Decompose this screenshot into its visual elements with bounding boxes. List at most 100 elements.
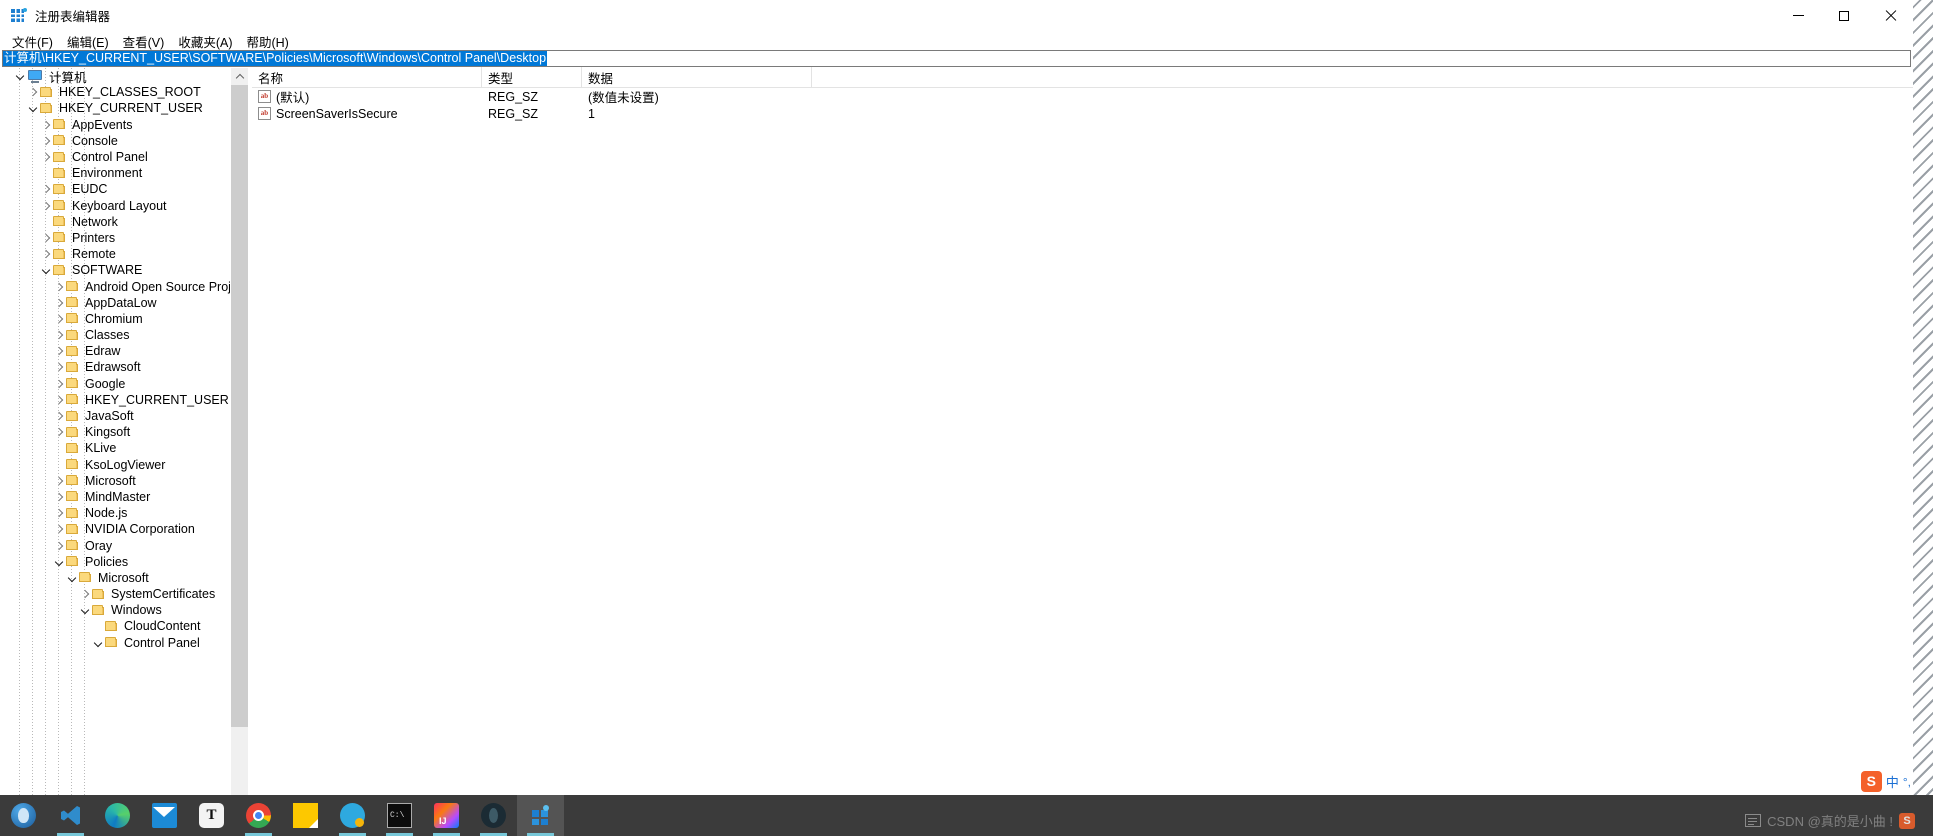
tree-item-network[interactable]: Network: [0, 214, 231, 230]
tree-item-windows[interactable]: Windows: [0, 602, 231, 618]
tree-item-nvidia-corporation[interactable]: NVIDIA Corporation: [0, 521, 231, 537]
chevron-right-icon[interactable]: [39, 149, 53, 165]
tree-item-appdatalow[interactable]: AppDataLow: [0, 295, 231, 311]
chevron-right-icon[interactable]: [39, 133, 53, 149]
chevron-down-icon[interactable]: [65, 570, 79, 586]
tree-item-classes[interactable]: Classes: [0, 327, 231, 343]
chevron-right-icon[interactable]: [39, 246, 53, 262]
taskbar-steam-button[interactable]: [0, 795, 47, 836]
table-row[interactable]: ab (默认) REG_SZ (数值未设置): [252, 88, 1913, 105]
tree-item-edrawsoft[interactable]: Edrawsoft: [0, 359, 231, 375]
chevron-right-icon[interactable]: [52, 376, 66, 392]
tree-item-ksologviewer[interactable]: KsoLogViewer: [0, 457, 231, 473]
tree-item-microsoft[interactable]: Microsoft: [0, 570, 231, 586]
tree-item-android-open-source-project[interactable]: Android Open Source Project: [0, 278, 231, 294]
values-list-rows[interactable]: ab (默认) REG_SZ (数值未设置) ab ScreenSaverIsSecure…: [252, 88, 1913, 795]
tree-item-remote[interactable]: Remote: [0, 246, 231, 262]
taskbar-vscode-button[interactable]: [47, 795, 94, 836]
tree-item-cloudcontent[interactable]: CloudContent: [0, 618, 231, 634]
tree-item-printers[interactable]: Printers: [0, 230, 231, 246]
tree-item-chromium[interactable]: Chromium: [0, 311, 231, 327]
chevron-right-icon[interactable]: [52, 392, 66, 408]
chevron-right-icon[interactable]: [52, 521, 66, 537]
taskbar-intellij-button[interactable]: [423, 795, 470, 836]
chevron-right-icon[interactable]: [52, 359, 66, 375]
chevron-right-icon[interactable]: [52, 311, 66, 327]
tree-item-console[interactable]: Console: [0, 133, 231, 149]
column-header-data[interactable]: 数据: [582, 67, 812, 87]
chevron-right-icon[interactable]: [52, 538, 66, 554]
chevron-right-icon[interactable]: [39, 198, 53, 214]
menu-help[interactable]: 帮助(H): [239, 31, 295, 52]
maximize-button[interactable]: [1821, 0, 1867, 31]
tree-item-edraw[interactable]: Edraw: [0, 343, 231, 359]
taskbar-typora-button[interactable]: T: [188, 795, 235, 836]
tree-item-systemcertificates[interactable]: SystemCertificates: [0, 586, 231, 602]
minimize-button[interactable]: [1775, 0, 1821, 31]
tree-vertical-scrollbar[interactable]: [230, 68, 248, 795]
chevron-right-icon[interactable]: [78, 586, 92, 602]
registry-tree[interactable]: 计算机 HKEY_CLASSES_ROOT HKEY_CURRENT_USER App…: [0, 68, 231, 795]
tree-item-policies[interactable]: Policies: [0, 554, 231, 570]
close-button[interactable]: [1867, 0, 1913, 31]
chevron-right-icon[interactable]: [52, 408, 66, 424]
chevron-down-icon[interactable]: [91, 635, 105, 651]
column-header-type[interactable]: 类型: [482, 67, 582, 87]
tree-item-appevents[interactable]: AppEvents: [0, 117, 231, 133]
tree-item-google[interactable]: Google: [0, 376, 231, 392]
tree-item-node-js[interactable]: Node.js: [0, 505, 231, 521]
chevron-right-icon[interactable]: [52, 424, 66, 440]
taskbar-regedit-button[interactable]: [517, 795, 564, 836]
menu-favorites[interactable]: 收藏夹(A): [171, 31, 239, 52]
chevron-right-icon[interactable]: [52, 505, 66, 521]
address-path-text[interactable]: 计算机\HKEY_CURRENT_USER\SOFTWARE\Policies\…: [3, 51, 548, 66]
ime-status-badge[interactable]: S 中 °,: [1860, 771, 1911, 792]
tree-item-oray[interactable]: Oray: [0, 537, 231, 553]
chevron-right-icon[interactable]: [52, 343, 66, 359]
chevron-right-icon[interactable]: [39, 181, 53, 197]
chevron-right-icon[interactable]: [52, 279, 66, 295]
chevron-right-icon[interactable]: [39, 117, 53, 133]
chevron-right-icon[interactable]: [52, 295, 66, 311]
taskbar-wireshark-button[interactable]: [470, 795, 517, 836]
menu-file[interactable]: 文件(F): [5, 31, 60, 52]
chevron-right-icon[interactable]: [39, 230, 53, 246]
tree-item-microsoft[interactable]: Microsoft: [0, 473, 231, 489]
tree-item-control-panel[interactable]: Control Panel: [0, 635, 231, 651]
address-bar[interactable]: 计算机\HKEY_CURRENT_USER\SOFTWARE\Policies\…: [2, 50, 1911, 67]
tree-item-eudc[interactable]: EUDC: [0, 181, 231, 197]
taskbar-chrome-button[interactable]: [235, 795, 282, 836]
tree-item-klive[interactable]: KLive: [0, 440, 231, 456]
tree-item-hkey-current-user[interactable]: HKEY_CURRENT_USER: [0, 392, 231, 408]
taskbar-edge-button[interactable]: [94, 795, 141, 836]
taskbar-notepad-button[interactable]: [282, 795, 329, 836]
sogou-ime-icon[interactable]: S: [1860, 771, 1882, 792]
taskbar-qq-button[interactable]: [329, 795, 376, 836]
tree-item-keyboard-layout[interactable]: Keyboard Layout: [0, 198, 231, 214]
chevron-down-icon[interactable]: [13, 68, 27, 84]
chevron-right-icon[interactable]: [26, 84, 40, 100]
menu-edit[interactable]: 编辑(E): [60, 31, 116, 52]
tree-item-kingsoft[interactable]: Kingsoft: [0, 424, 231, 440]
column-header-name[interactable]: 名称: [252, 67, 482, 87]
scrollbar-thumb[interactable]: [231, 85, 248, 727]
tree-item--[interactable]: 计算机: [0, 68, 231, 85]
taskbar-mail-button[interactable]: [141, 795, 188, 836]
ime-punctuation-mode[interactable]: °,: [1903, 775, 1911, 789]
ime-language-mode[interactable]: 中: [1886, 772, 1899, 791]
chevron-down-icon[interactable]: [78, 602, 92, 618]
chevron-down-icon[interactable]: [52, 554, 66, 570]
chevron-right-icon[interactable]: [52, 327, 66, 343]
tree-item-mindmaster[interactable]: MindMaster: [0, 489, 231, 505]
chevron-down-icon[interactable]: [39, 262, 53, 278]
tree-item-software[interactable]: SOFTWARE: [0, 262, 231, 278]
chevron-right-icon[interactable]: [52, 473, 66, 489]
tree-item-javasoft[interactable]: JavaSoft: [0, 408, 231, 424]
taskbar-terminal-button[interactable]: C:\: [376, 795, 423, 836]
tree-item-hkey-current-user[interactable]: HKEY_CURRENT_USER: [0, 100, 231, 116]
table-row[interactable]: ab ScreenSaverIsSecure REG_SZ 1: [252, 105, 1913, 122]
tree-item-environment[interactable]: Environment: [0, 165, 231, 181]
chevron-right-icon[interactable]: [52, 489, 66, 505]
scroll-up-button[interactable]: [231, 68, 248, 85]
tree-item-hkey-classes-root[interactable]: HKEY_CLASSES_ROOT: [0, 84, 231, 100]
